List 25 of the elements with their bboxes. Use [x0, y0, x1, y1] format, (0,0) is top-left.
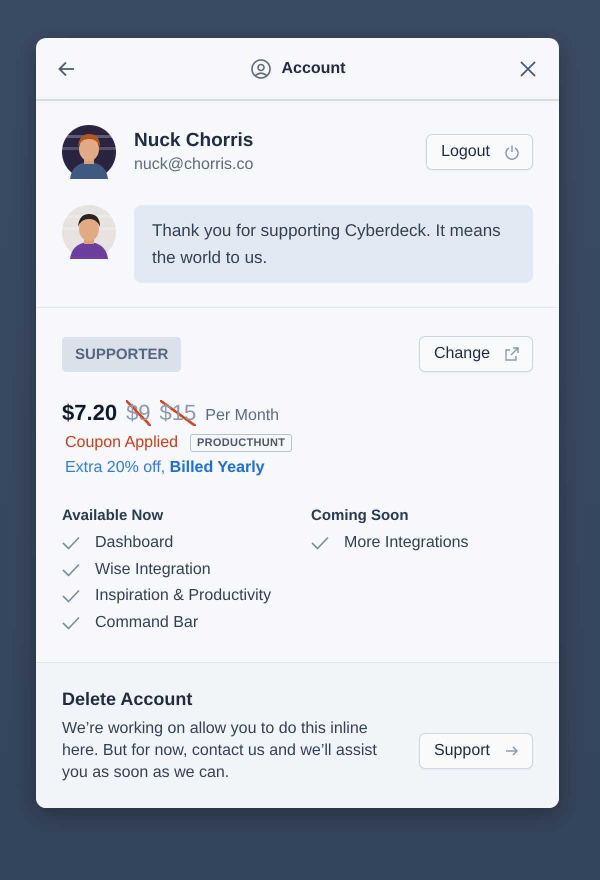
change-button[interactable]: Change — [418, 336, 533, 372]
window-title: Account — [282, 60, 346, 78]
price: $7.20 — [62, 400, 118, 426]
section-title: Delete Account — [62, 689, 194, 710]
message-bubble: Thank you for supporting Cyberdeck. It means the world to us. — [134, 205, 533, 283]
external-link-icon — [504, 346, 520, 362]
support-button[interactable]: Support — [418, 733, 533, 769]
feature-label: More Integrations — [344, 534, 469, 552]
feature-label: Inspiration & Productivity — [95, 587, 272, 606]
billing-period: Per Month — [205, 407, 280, 425]
feature-label: Command Bar — [95, 614, 198, 632]
coupon-code: PRODUCTHUNT — [190, 434, 292, 452]
user-name: Nuck Chorris — [134, 130, 254, 152]
coupon-status: Coupon Applied — [65, 434, 178, 452]
user-circle-icon — [250, 58, 272, 80]
logout-button[interactable]: Logout — [426, 134, 533, 170]
feature-label: Dashboard — [95, 534, 174, 552]
power-icon — [504, 144, 520, 160]
delete-description: We’re working on allow you to do this inline here. But for now, contact us and we’ll assist you as soon as we can. — [62, 719, 378, 783]
discount-note: Extra 20% off, Billed Yearly — [65, 459, 266, 477]
plan-badge: SUPPORTER — [62, 336, 182, 372]
user-email: nuck@chorris.co — [134, 156, 254, 174]
feature-heading: Available Now — [62, 507, 164, 524]
feature-heading: Coming Soon — [311, 507, 410, 524]
feature-label: Wise Integration — [95, 560, 211, 579]
